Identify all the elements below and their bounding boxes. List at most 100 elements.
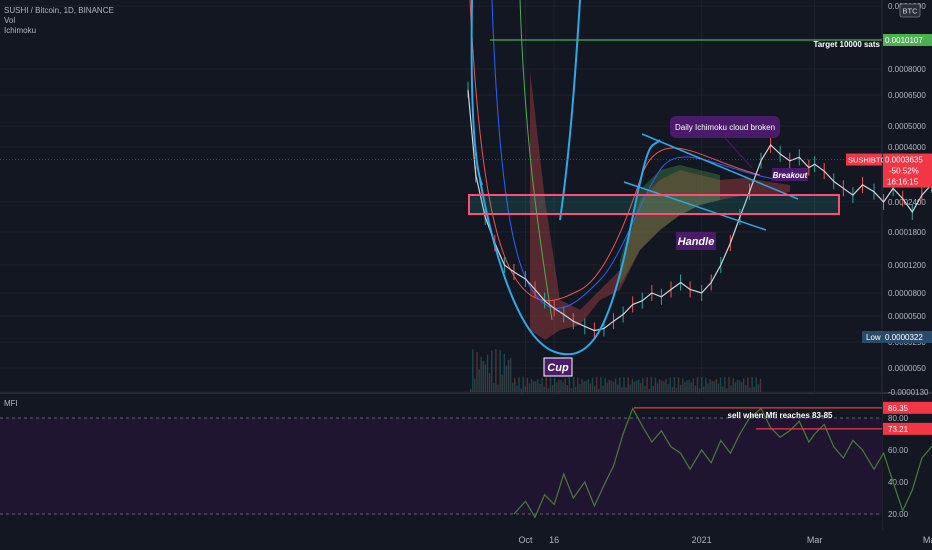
- volume-bar: [474, 378, 476, 392]
- volume-bar: [690, 382, 692, 392]
- low-tag: Low: [866, 333, 881, 342]
- mfi-tick-label: 40.00: [888, 478, 909, 487]
- volume-bar: [493, 383, 495, 392]
- volume-bar: [719, 377, 722, 392]
- volume-bar: [526, 377, 529, 392]
- volume-bar: [644, 385, 646, 392]
- volume-bar: [650, 377, 652, 392]
- breakout-annotation: Breakout: [773, 171, 808, 180]
- volume-bar: [484, 364, 487, 392]
- volume-bar: [499, 350, 501, 392]
- volume-bar: [738, 380, 741, 392]
- volume-bar: [682, 378, 684, 392]
- handle-annotation: Handle: [678, 236, 715, 248]
- volume-bar: [734, 382, 736, 392]
- symbol-legend: SUSHI / Bitcoin, 1D, BINANCE Vol Ichimok…: [4, 6, 114, 36]
- volume-bar: [696, 377, 699, 392]
- volume-bar: [663, 381, 665, 392]
- volume-bar: [698, 388, 701, 392]
- volume-bar: [558, 379, 560, 392]
- volume-bar: [669, 377, 671, 392]
- volume-bar: [598, 388, 600, 392]
- volume-bar: [535, 381, 537, 392]
- y-tick-label: 0.0004000: [888, 143, 926, 152]
- volume-bar: [539, 383, 541, 392]
- volume-bar: [625, 387, 627, 392]
- mfi-legend: MFI: [4, 399, 18, 409]
- volume-bar: [497, 384, 499, 392]
- volume-bar: [537, 378, 539, 392]
- volume-bar: [709, 379, 711, 392]
- volume-bar: [472, 349, 474, 392]
- mfi-high-label: 86.35: [888, 404, 909, 413]
- volume-bar: [568, 377, 571, 392]
- volume-bar: [654, 377, 657, 392]
- volume-bar: [505, 365, 508, 392]
- volume-bar: [606, 382, 608, 392]
- volume-bar: [642, 377, 644, 392]
- volume-bar: [755, 377, 757, 392]
- volume-bar: [707, 383, 709, 392]
- current-price-label: 0.0003635: [885, 156, 923, 165]
- volume-bar: [652, 386, 655, 392]
- volume-bar: [514, 378, 516, 392]
- volume-bar: [528, 383, 531, 392]
- y-tick-label: 0.0000500: [888, 312, 926, 321]
- volume-bar: [619, 377, 621, 392]
- volume-bar: [541, 377, 543, 392]
- symbol-line: SUSHI / Bitcoin, 1D, BINANCE: [4, 6, 114, 15]
- chart-canvas[interactable]: Oct162021MarMayJulSe0.00010000.00080000.…: [0, 0, 932, 550]
- volume-bar: [686, 380, 688, 392]
- cloud-annotation: Daily Ichimoku cloud broken: [675, 123, 775, 132]
- volume-bar: [648, 388, 650, 392]
- mfi-chart[interactable]: 80.00 60.00 40.00 20.00 sell when Mfi reache…: [0, 394, 932, 530]
- volume-bar: [638, 379, 640, 392]
- y-tick-label: 0.0005000: [888, 122, 926, 131]
- volume-bar: [677, 377, 680, 392]
- volume-bar: [581, 378, 583, 392]
- x-tick-label: May: [923, 535, 932, 545]
- volume-bar: [476, 351, 478, 392]
- volume-bar: [701, 377, 703, 392]
- volume-bar: [692, 378, 694, 392]
- volume-bar: [478, 369, 480, 392]
- ichimoku-indicator-label: Ichimoku: [4, 26, 37, 35]
- target-annotation: Target 10000 sats: [813, 40, 880, 49]
- y-tick-label: 0.0001200: [888, 261, 926, 270]
- volume-bar: [617, 384, 619, 392]
- volume-bar: [480, 357, 482, 392]
- volume-bar: [667, 384, 669, 392]
- volume-bar: [680, 384, 682, 392]
- mfi-band: [0, 418, 882, 514]
- volume-bar: [577, 377, 579, 392]
- volume-bar: [656, 383, 659, 392]
- volume-bar: [572, 377, 575, 392]
- volume-bar: [589, 383, 592, 392]
- volume-bar: [732, 378, 734, 392]
- volume-bar: [587, 379, 589, 392]
- volume-bar: [522, 377, 524, 392]
- volume-bar: [661, 380, 663, 392]
- volume-bar: [703, 386, 705, 392]
- volume-bar: [470, 389, 472, 392]
- volume-bar: [675, 387, 678, 392]
- volume-bar: [623, 377, 625, 392]
- x-tick-label: 16: [549, 535, 559, 545]
- volume-bar: [556, 382, 558, 392]
- volume-bar: [533, 380, 535, 392]
- volume-bar: [604, 378, 606, 392]
- volume-bar: [688, 379, 690, 392]
- volume-bar: [570, 388, 573, 392]
- volume-bar: [684, 382, 686, 392]
- volume-bar: [600, 377, 602, 392]
- volume-bar: [512, 382, 514, 392]
- price-change-label: -50.52%: [889, 167, 919, 176]
- volume-bar: [518, 377, 520, 392]
- cup-annotation: Cup: [547, 362, 569, 374]
- volume-bar: [524, 386, 526, 392]
- mfi-sell-annotation: sell when Mfi reaches 83-85: [728, 411, 833, 420]
- y-tick-label: 0.0008000: [888, 65, 926, 74]
- y-tick-label: 0.0001800: [888, 228, 926, 237]
- mfi-current-label: 73.21: [888, 425, 909, 434]
- y-tick-label: 0.0000800: [888, 289, 926, 298]
